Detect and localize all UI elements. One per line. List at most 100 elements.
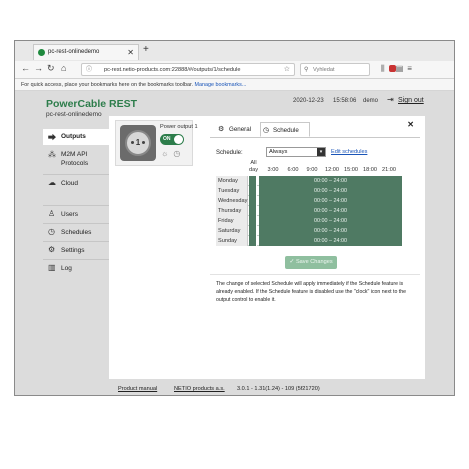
product-manual-link[interactable]: Product manual	[118, 386, 157, 392]
all-day-cell[interactable]	[249, 186, 257, 196]
reader-icon[interactable]: ▤	[396, 64, 408, 73]
sidebar-item-log[interactable]: ▥ Log	[43, 259, 109, 277]
schedule-clock-icon[interactable]: ◷	[173, 149, 185, 158]
checkmark-icon: ✓	[289, 259, 295, 265]
cloud-icon: ☁	[48, 178, 56, 187]
all-day-cell[interactable]	[249, 176, 257, 186]
schedule-select[interactable]: Always ▾	[266, 147, 326, 157]
day-label: Saturday	[216, 226, 248, 236]
users-icon: ♙	[48, 209, 56, 218]
close-tab-icon[interactable]: ✕	[127, 45, 134, 60]
sidebar-item-sublabel: Protocols	[61, 160, 89, 167]
home-icon[interactable]: ⌂	[61, 63, 66, 73]
device-hostname: pc-rest-onlinedemo	[46, 111, 102, 118]
all-day-cell[interactable]	[249, 206, 257, 216]
time-slot[interactable]: 00:00 – 24:00	[259, 226, 402, 236]
back-icon[interactable]: ←	[21, 63, 30, 73]
schedule-row-friday: Friday 00:00 – 24:00	[216, 216, 402, 226]
search-icon: ⚲	[304, 67, 309, 73]
time-slot[interactable]: 00:00 – 24:00	[259, 206, 402, 216]
all-day-cell[interactable]	[249, 226, 257, 236]
header-date: 2020-12-23	[293, 98, 324, 104]
reload-icon[interactable]: ↻	[47, 63, 55, 74]
signout-link[interactable]: Sign out	[398, 97, 424, 104]
favicon-icon	[38, 49, 45, 56]
schedule-label: Schedule:	[216, 150, 243, 156]
day-label: Friday	[216, 216, 248, 226]
sidebar-item-m2m-api[interactable]: ⁂ M2M API Protocols	[43, 147, 109, 173]
clock-icon: ◷	[263, 127, 270, 134]
schedule-row-wednesday: Wednesday 00:00 – 24:00	[216, 196, 402, 206]
url-bar[interactable]: ⓘ pc-rest.netio-products.com:22888/#/out…	[81, 63, 295, 76]
gear-icon: ⚙	[218, 126, 225, 133]
schedule-grid: All day 3:00 6:00 9:00 12:00 15:00 18:00…	[216, 160, 402, 250]
divider	[210, 274, 420, 275]
schedule-row-sunday: Sunday 00:00 – 24:00	[216, 236, 402, 246]
browser-tab[interactable]: pc-rest-onlinedemo ✕	[33, 44, 139, 60]
day-label: Wednesday	[216, 196, 248, 206]
all-day-cell[interactable]	[249, 236, 257, 246]
sidebar-item-settings[interactable]: ⚙ Settings	[43, 241, 109, 259]
time-slot[interactable]: 00:00 – 24:00	[259, 186, 402, 196]
output-number: 1	[135, 138, 141, 147]
output-name: Power output 1	[160, 124, 198, 130]
browser-navbar: ← → ↻ ⌂ ⓘ pc-rest.netio-products.com:228…	[15, 61, 454, 79]
sidebar-item-label: Log	[61, 265, 72, 272]
bookmark-star-icon[interactable]: ☆	[284, 64, 290, 75]
tab-schedule[interactable]: ◷ Schedule	[260, 122, 310, 137]
save-changes-button[interactable]: ✓ Save Changes	[285, 256, 337, 269]
tab-general-label: General	[229, 126, 252, 133]
outputs-icon: ⮕	[48, 133, 56, 142]
tab-general[interactable]: ⚙ General	[216, 122, 256, 137]
time-slot[interactable]: 00:00 – 24:00	[259, 236, 402, 246]
tab-schedule-label: Schedule	[273, 127, 299, 134]
m2m-icon: ⁂	[48, 150, 56, 159]
sidebar-item-cloud[interactable]: ☁ Cloud	[43, 174, 109, 192]
bookmarks-toolbar: For quick access, place your bookmarks h…	[15, 79, 454, 91]
main-content: 1 Power output 1 ON ☼◷ ⚙ General ◷ Sched…	[109, 116, 425, 379]
socket-icon: 1	[120, 125, 156, 161]
browser-toolbar-icons: ⫼ ▤≡	[381, 64, 416, 74]
sidebar-item-schedules[interactable]: ◷ Schedules	[43, 223, 109, 241]
all-day-header: All day	[249, 160, 259, 173]
sidebar-item-label: M2M API	[61, 151, 88, 158]
all-day-cell[interactable]	[249, 196, 257, 206]
day-label: Sunday	[216, 236, 248, 246]
search-placeholder: Vyhledat	[313, 67, 335, 73]
signout-icon[interactable]: ⇥	[387, 95, 394, 104]
url-text: pc-rest.netio-products.com:22888/#/outpu…	[104, 67, 241, 73]
search-input[interactable]: ⚲ Vyhledat	[300, 63, 370, 76]
power-sun-icon[interactable]: ☼	[161, 149, 173, 158]
sidebar-item-label: Schedules	[61, 229, 92, 236]
schedule-row-saturday: Saturday 00:00 – 24:00	[216, 226, 402, 236]
adblock-icon[interactable]	[388, 65, 396, 73]
brand-title: PowerCable REST	[46, 98, 138, 110]
edit-schedules-link[interactable]: Edit schedules	[331, 149, 367, 155]
log-icon: ▥	[48, 263, 56, 272]
site-info-icon[interactable]: ⓘ	[86, 64, 92, 75]
schedules-icon: ◷	[48, 227, 55, 236]
toggle-state-label: ON	[163, 136, 171, 142]
new-tab-button[interactable]: +	[143, 44, 149, 55]
time-slot[interactable]: 00:00 – 24:00	[259, 196, 402, 206]
browser-tab-title: pc-rest-onlinedemo	[48, 49, 100, 55]
time-slot[interactable]: 00:00 – 24:00	[259, 216, 402, 226]
schedule-select-value: Always	[269, 149, 288, 155]
browser-window: pc-rest-onlinedemo ✕ + ← → ↻ ⌂ ⓘ pc-rest…	[14, 40, 455, 396]
schedule-row-tuesday: Tuesday 00:00 – 24:00	[216, 186, 402, 196]
time-slot[interactable]: 00:00 – 24:00	[259, 176, 402, 186]
chevron-down-icon: ▾	[317, 148, 325, 156]
header-user: demo	[363, 98, 379, 104]
forward-icon[interactable]: →	[34, 63, 43, 73]
close-icon[interactable]: ✕	[407, 120, 414, 129]
sidebar-item-outputs[interactable]: ⮕ Outputs	[43, 129, 109, 145]
all-day-cell[interactable]	[249, 216, 257, 226]
output-power-toggle[interactable]: ON	[160, 134, 184, 145]
day-label: Tuesday	[216, 186, 248, 196]
sidebar-item-users[interactable]: ♙ Users	[43, 205, 109, 223]
sidebar-item-label: Cloud	[61, 180, 78, 187]
company-link[interactable]: NETIO products a.s.	[174, 386, 225, 392]
library-icon[interactable]: ⫼	[381, 64, 389, 73]
manage-bookmarks-link[interactable]: Manage bookmarks...	[194, 82, 246, 88]
menu-icon[interactable]: ≡	[407, 64, 416, 73]
